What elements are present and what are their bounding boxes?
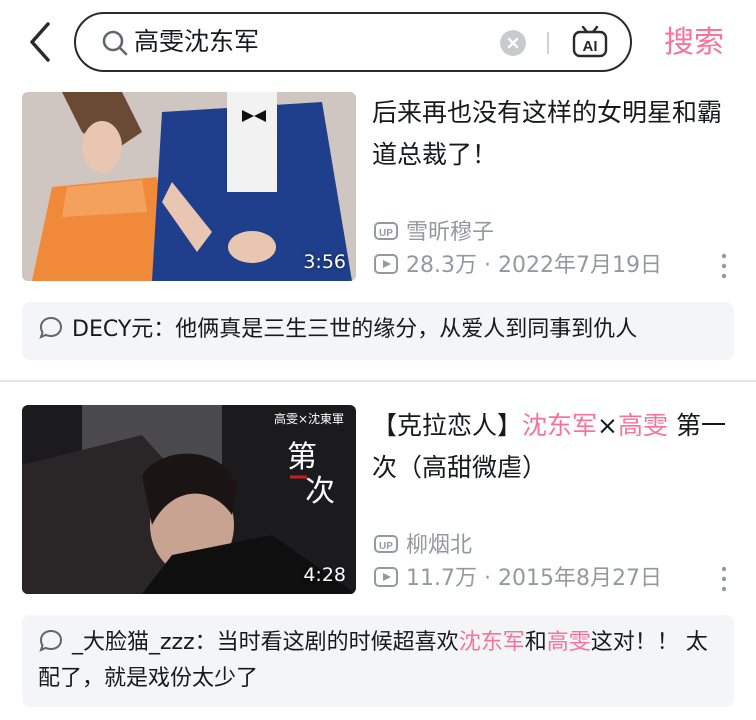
play-icon (374, 567, 398, 587)
video-duration: 4:28 (303, 564, 346, 586)
uploader-name: 雪昕穆子 (406, 220, 495, 245)
video-stats: 28.3万 · 2022年7月19日 (374, 252, 662, 280)
more-icon[interactable] (720, 252, 728, 282)
thumbnail-big-text-2: 次 (305, 474, 335, 509)
comment-user[interactable]: _大脸猫_zzz (72, 630, 195, 655)
title-part: 【克拉恋人】 (372, 411, 523, 440)
search-icon (102, 30, 128, 56)
title-part: × (597, 411, 618, 440)
comment-colon: ： (194, 630, 217, 655)
divider (547, 32, 549, 54)
view-count: 11.7万 (406, 566, 477, 591)
ai-tv-icon[interactable]: AI (572, 26, 608, 58)
video-card[interactable]: 高雯×沈東軍 第 次 4:28 【克拉恋人】沈东军×高雯 第一次（高甜微虐） U… (0, 405, 756, 595)
video-title[interactable]: 【克拉恋人】沈东军×高雯 第一次（高甜微虐） (372, 405, 734, 489)
divider (0, 380, 756, 382)
video-thumbnail[interactable]: 3:56 (22, 92, 356, 281)
more-icon[interactable] (720, 565, 728, 595)
video-stats: 11.7万 · 2015年8月27日 (374, 565, 662, 593)
uploader-name: 柳烟北 (406, 533, 473, 558)
svg-text:AI: AI (583, 38, 598, 55)
comment-highlight: 沈东军 (458, 630, 525, 655)
top-comment[interactable]: DECY元：他俩真是三生三世的缘分，从爱人到同事到仇人 (22, 302, 734, 360)
publish-date: 2015年8月27日 (497, 566, 662, 591)
top-comment[interactable]: _大脸猫_zzz：当时看这剧的时候超喜欢沈东军和高雯这对！！ 太配了，就是戏份太… (22, 615, 734, 707)
comment-user[interactable]: DECY元 (72, 317, 153, 342)
video-thumbnail[interactable]: 高雯×沈東軍 第 次 4:28 (22, 405, 356, 594)
view-count: 28.3万 (406, 253, 477, 278)
meta-separator: · (477, 253, 498, 278)
up-badge-icon: UP (374, 222, 398, 240)
publish-date: 2022年7月19日 (497, 253, 662, 278)
clear-icon[interactable] (500, 30, 526, 56)
comment-text: 和 (524, 630, 547, 655)
comment-text: 当时看这剧的时候超喜欢 (216, 630, 459, 655)
thumbnail-caption: 高雯×沈東軍 (274, 411, 344, 426)
title-highlight: 沈东军 (522, 411, 598, 440)
comment-highlight: 高雯 (546, 630, 591, 655)
comment-bubble-icon (39, 629, 63, 652)
thumbnail-big-text-1: 第 (287, 440, 317, 475)
video-card[interactable]: 3:56 后来再也没有这样的女明星和霸道总裁了！ UP 雪昕穆子 28.3万 · … (0, 92, 756, 282)
search-button[interactable]: 搜索 (664, 24, 724, 62)
title-highlight: 高雯 (617, 411, 668, 440)
up-badge-icon: UP (374, 535, 398, 553)
comment-colon: ： (153, 317, 176, 342)
comment-text: 他俩真是三生三世的缘分，从爱人到同事到仇人 (175, 317, 638, 342)
play-icon (374, 254, 398, 274)
svg-text:UP: UP (379, 541, 393, 552)
search-input[interactable]: 高雯沈东军 (134, 26, 259, 58)
video-uploader[interactable]: UP 雪昕穆子 (374, 219, 494, 247)
video-title[interactable]: 后来再也没有这样的女明星和霸道总裁了！ (372, 92, 734, 176)
meta-separator: · (477, 566, 498, 591)
comment-bubble-icon (39, 316, 63, 339)
search-box[interactable]: 高雯沈东军 AI (74, 12, 632, 72)
video-duration: 3:56 (303, 251, 346, 273)
svg-text:UP: UP (379, 228, 393, 239)
search-header: 高雯沈东军 AI 搜索 (0, 0, 756, 92)
back-arrow-icon[interactable] (26, 20, 56, 64)
video-uploader[interactable]: UP 柳烟北 (374, 532, 472, 560)
